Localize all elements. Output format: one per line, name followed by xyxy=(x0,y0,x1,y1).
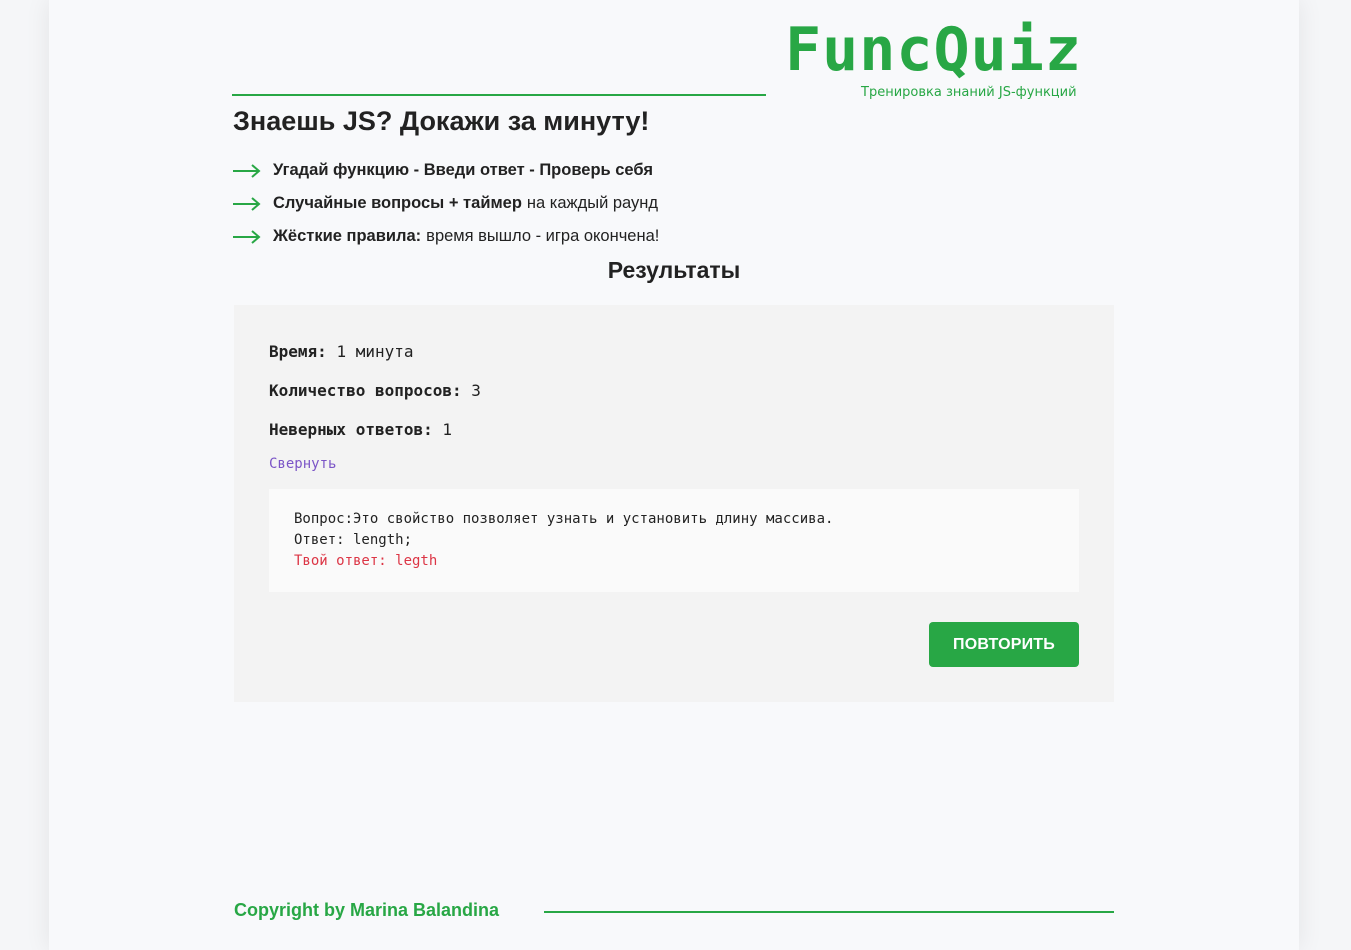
footer-copyright: Copyright by Marina Balandina xyxy=(234,900,500,920)
header-divider xyxy=(232,94,766,96)
feature-list: Угадай функцию - Введи ответ - Проверь с… xyxy=(233,154,659,253)
arrow-right-icon xyxy=(233,196,261,211)
feature-item: Случайные вопросы + таймер на каждый рау… xyxy=(233,187,659,220)
stat-value: 3 xyxy=(471,381,481,400)
tagline: Тренировка знаний JS-функций xyxy=(861,85,1077,100)
stat-wrong-count: Неверных ответов: 1 xyxy=(269,420,452,439)
logo: FuncQuiz xyxy=(785,15,1082,85)
stat-label: Количество вопросов: xyxy=(269,381,462,400)
answer-details: Вопрос:Это свойство позволяет узнать и у… xyxy=(269,489,1079,592)
feature-item: Жёсткие правила: время вышло - игра окон… xyxy=(233,220,659,253)
stat-value: 1 минута xyxy=(336,342,414,361)
user-answer: Твой ответ: legth xyxy=(294,553,438,569)
feature-bold: Случайные вопросы + таймер xyxy=(273,194,522,212)
feature-bold: Жёсткие правила: xyxy=(273,227,422,245)
stat-label: Время: xyxy=(269,342,327,361)
feature-text: время вышло - игра окончена! xyxy=(426,227,660,245)
results-title: Результаты xyxy=(607,257,741,283)
feature-text: на каждый раунд xyxy=(526,194,659,212)
results-card: Время: 1 минута Количество вопросов: 3 Н… xyxy=(234,305,1114,702)
stat-label: Неверных ответов: xyxy=(269,420,433,439)
footer-divider xyxy=(544,911,1114,913)
feature-bold: Угадай функцию - Введи ответ - Проверь с… xyxy=(273,161,653,179)
feature-item: Угадай функцию - Введи ответ - Проверь с… xyxy=(233,154,659,187)
arrow-right-icon xyxy=(233,163,261,178)
retry-button[interactable]: ПОВТОРИТЬ xyxy=(929,622,1079,667)
stat-question-count: Количество вопросов: 3 xyxy=(269,381,481,400)
page: FuncQuiz Тренировка знаний JS-функций Зн… xyxy=(49,0,1299,950)
question-text: Вопрос:Это свойство позволяет узнать и у… xyxy=(294,511,834,527)
stat-value: 1 xyxy=(442,420,453,439)
headline: Знаешь JS? Докажи за минуту! xyxy=(233,106,650,136)
arrow-right-icon xyxy=(233,229,261,244)
correct-answer: Ответ: length; xyxy=(294,532,413,548)
collapse-link[interactable]: Свернуть xyxy=(269,456,336,472)
stat-time: Время: 1 минута xyxy=(269,342,414,361)
